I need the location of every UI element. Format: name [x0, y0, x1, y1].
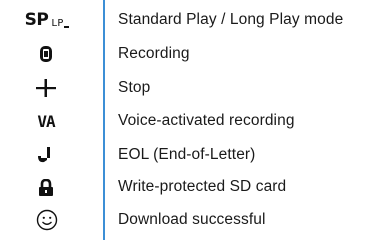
legend-row: Stop — [0, 73, 387, 103]
legend-label: Recording — [118, 45, 190, 62]
legend-row: Write-protected SD card — [0, 172, 387, 202]
lock-icon — [0, 172, 100, 202]
legend-row: EOL (End-of-Letter) — [0, 140, 387, 170]
legend-row: Download successful — [0, 205, 387, 235]
legend-label: Voice-activated recording — [118, 112, 295, 129]
legend-label: Download successful — [118, 211, 266, 228]
recording-icon — [0, 39, 100, 69]
legend-label: Standard Play / Long Play mode — [118, 11, 344, 28]
icon-legend: SP LP Standard Play / Long Play mode Rec… — [0, 0, 387, 240]
smiley-icon — [0, 205, 100, 235]
sp-lp-mode-icon: SP LP — [0, 5, 100, 35]
legend-row: Recording — [0, 39, 387, 69]
legend-label: EOL (End-of-Letter) — [118, 146, 256, 163]
legend-row: SP LP Standard Play / Long Play mode — [0, 5, 387, 35]
eol-icon — [0, 140, 100, 170]
voice-activated-icon: VA — [37, 111, 55, 131]
legend-label: Write-protected SD card — [118, 178, 287, 195]
legend-label: Stop — [118, 79, 151, 96]
legend-row: VA Voice-activated recording — [0, 106, 387, 136]
stop-icon — [0, 73, 100, 103]
